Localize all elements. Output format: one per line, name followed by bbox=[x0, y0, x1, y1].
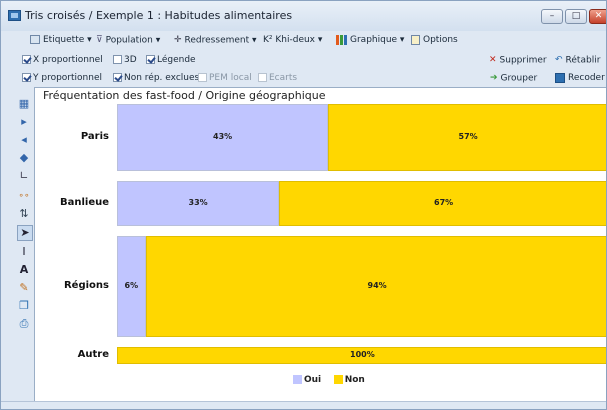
data-label: 100% bbox=[350, 349, 375, 359]
population-label: Population bbox=[105, 35, 153, 46]
text-cursor-icon[interactable]: I bbox=[17, 245, 31, 259]
grouper-label: Grouper bbox=[500, 73, 538, 84]
options-toolbar-2: Y proportionnel Non rép. exclues PEM loc… bbox=[18, 68, 606, 88]
font-icon[interactable]: A bbox=[17, 263, 31, 277]
crosshair-icon: ✛ bbox=[174, 35, 182, 45]
dropdown-arrow-icon: ▾ bbox=[152, 35, 161, 46]
legende-label: Légende bbox=[157, 55, 196, 65]
graphique-label: Graphique bbox=[350, 35, 398, 45]
data-label: 57% bbox=[458, 131, 478, 141]
minimize-button[interactable]: – bbox=[541, 9, 563, 24]
title-bar: Tris croisés / Exemple 1 : Habitudes ali… bbox=[1, 1, 606, 31]
khi-deux-menu[interactable]: K² Khi-deux ▾ bbox=[263, 30, 322, 50]
y-proportionnel-label: Y proportionnel bbox=[33, 73, 102, 83]
pem-local-toggle[interactable]: PEM local bbox=[198, 68, 252, 88]
bar-chart-icon bbox=[336, 34, 347, 45]
save-icon bbox=[555, 72, 565, 83]
recoder-label: Recoder bbox=[568, 73, 605, 83]
x-proportionnel-checkbox[interactable] bbox=[22, 55, 31, 64]
maximize-button[interactable]: □ bbox=[565, 9, 587, 24]
supprimer-label: Supprimer bbox=[499, 55, 547, 66]
pointer-icon[interactable]: ➤ bbox=[17, 225, 33, 241]
ecarts-checkbox[interactable] bbox=[258, 73, 267, 82]
x-proportionnel-toggle[interactable]: X proportionnel bbox=[22, 50, 103, 70]
grouper-button[interactable]: ➔ Grouper bbox=[490, 68, 537, 88]
graphique-menu[interactable]: Graphique ▾ bbox=[336, 30, 404, 50]
pem-local-label: PEM local bbox=[209, 73, 252, 83]
main-toolbar: Etiquette ▾ ⊽ Population ▾ ✛ Redressement … bbox=[18, 30, 606, 50]
supprimer-button[interactable]: ✕ Supprimer bbox=[489, 50, 547, 70]
legende-checkbox[interactable] bbox=[146, 55, 155, 64]
chart-title: Fréquentation des fast-food / Origine gé… bbox=[43, 89, 326, 102]
legende-toggle[interactable]: Légende bbox=[146, 50, 196, 70]
y-proportionnel-checkbox[interactable] bbox=[22, 73, 31, 82]
dropdown-arrow-icon: ▾ bbox=[315, 35, 323, 45]
retablir-label: Rétablir bbox=[565, 55, 601, 66]
row-label: Autre bbox=[77, 348, 109, 360]
legend-label-oui: Oui bbox=[304, 375, 322, 385]
data-label: 6% bbox=[124, 280, 139, 290]
x-proportionnel-label: X proportionnel bbox=[33, 55, 103, 65]
row-label: Paris bbox=[80, 130, 109, 142]
app-icon bbox=[8, 10, 21, 21]
data-label: 94% bbox=[367, 280, 387, 290]
label-icon bbox=[30, 35, 40, 44]
copy-icon[interactable]: ❐ bbox=[17, 299, 31, 313]
3d-checkbox[interactable] bbox=[113, 55, 122, 64]
filter-icon: ⊽ bbox=[96, 35, 103, 45]
non-rep-exclues-checkbox[interactable] bbox=[113, 73, 122, 82]
axes-icon[interactable]: ∟ bbox=[17, 169, 31, 183]
options-button[interactable]: Options bbox=[411, 30, 458, 50]
ecarts-toggle[interactable]: Ecarts bbox=[258, 68, 297, 88]
play-icon[interactable]: ▸ bbox=[17, 115, 31, 129]
data-label: 67% bbox=[434, 197, 454, 207]
options-toolbar-1: X proportionnel 3D Légende ✕ Supprimer ↶ R… bbox=[18, 50, 606, 70]
data-label: 33% bbox=[188, 197, 208, 207]
non-rep-exclues-toggle[interactable]: Non rép. exclues bbox=[113, 68, 199, 88]
pem-local-checkbox[interactable] bbox=[198, 73, 207, 82]
non-rep-exclues-label: Non rép. exclues bbox=[124, 73, 200, 83]
delete-icon: ✕ bbox=[489, 55, 497, 65]
redressement-menu[interactable]: ✛ Redressement ▾ bbox=[174, 30, 257, 50]
redressement-label: Redressement bbox=[184, 35, 250, 46]
print-icon[interactable]: ⎙ bbox=[17, 317, 31, 331]
ecarts-label: Ecarts bbox=[269, 73, 298, 83]
recoder-button[interactable]: Recoder bbox=[555, 68, 605, 88]
y-proportionnel-toggle[interactable]: Y proportionnel bbox=[22, 68, 102, 88]
diamond-icon[interactable]: ◆ bbox=[17, 151, 31, 165]
undo-icon: ↶ bbox=[555, 55, 563, 65]
dropdown-arrow-icon: ▾ bbox=[397, 35, 405, 45]
dropdown-arrow-icon: ▾ bbox=[249, 35, 257, 46]
options-label: Options bbox=[423, 35, 458, 45]
window-title: Tris croisés / Exemple 1 : Habitudes ali… bbox=[25, 9, 293, 22]
etiquette-label: Etiquette bbox=[43, 35, 85, 45]
options-icon bbox=[411, 34, 420, 45]
sort-icon[interactable]: ⇅ bbox=[17, 207, 31, 221]
table-icon[interactable]: ▦ bbox=[17, 97, 31, 111]
row-label: Banlieue bbox=[59, 196, 109, 208]
app-window: Tris croisés / Exemple 1 : Habitudes ali… bbox=[0, 0, 607, 410]
retablir-button[interactable]: ↶ Rétablir bbox=[555, 50, 600, 70]
close-button[interactable]: ✕ bbox=[589, 9, 606, 24]
legend-label-non: Non bbox=[344, 375, 365, 385]
etiquette-menu[interactable]: Etiquette ▾ bbox=[30, 30, 92, 50]
3d-toggle[interactable]: 3D bbox=[113, 50, 137, 70]
group-arrow-icon: ➔ bbox=[490, 73, 498, 83]
status-bar bbox=[1, 401, 606, 409]
data-label: 43% bbox=[213, 131, 233, 141]
population-menu[interactable]: ⊽ Population ▾ bbox=[96, 30, 160, 50]
legend-swatch-oui bbox=[293, 375, 302, 384]
row-label: Régions bbox=[63, 279, 109, 291]
dropdown-arrow-icon: ▾ bbox=[84, 35, 92, 45]
3d-label: 3D bbox=[124, 55, 137, 65]
chart-legend: Oui Non bbox=[293, 375, 365, 385]
legend-swatch-non bbox=[333, 375, 343, 384]
khi-deux-label: K² Khi-deux bbox=[263, 35, 316, 45]
